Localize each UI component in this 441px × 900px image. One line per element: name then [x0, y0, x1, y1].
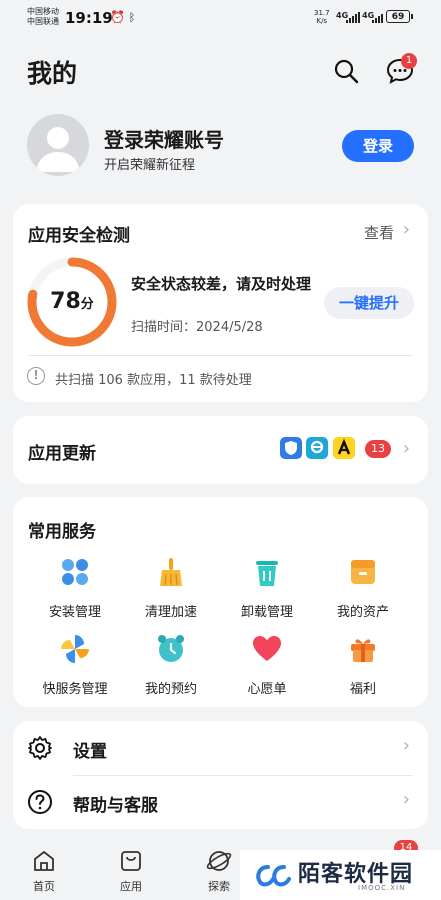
chevron-right-icon: › [402, 735, 410, 756]
security-title: 应用安全检测 [28, 226, 130, 246]
gift-icon [351, 639, 375, 662]
service-benefits[interactable]: 福利 [318, 632, 408, 697]
watermark-logo-icon [256, 865, 291, 887]
shopping-bag-icon [121, 851, 141, 871]
home-icon [34, 851, 54, 871]
service-label: 卸载管理 [240, 605, 293, 620]
alarm-clock-icon [158, 635, 184, 662]
trash-icon [256, 561, 278, 586]
watermark-subtext: IMOOC.XIN [358, 884, 406, 892]
tab-home[interactable]: 首页 [14, 848, 74, 894]
service-my-assets[interactable]: 我的资产 [318, 555, 408, 620]
services-title: 常用服务 [28, 522, 96, 542]
heart-icon [253, 636, 281, 661]
help-row[interactable]: 帮助与客服 › [13, 775, 428, 829]
service-label: 我的资产 [336, 605, 389, 620]
default-avatar-icon [36, 127, 80, 172]
service-label: 清理加速 [144, 605, 197, 620]
services-card: 常用服务 安装管理 清理加速 卸载管理 我的资产 快服务管理 我的预约 心愿单 … [13, 497, 428, 707]
signal-2-bars [372, 12, 383, 23]
page-title: 我的 [27, 59, 78, 88]
pinwheel-icon [61, 635, 89, 663]
chevron-right-icon[interactable]: › [403, 438, 410, 459]
info-icon: ! [27, 367, 45, 385]
login-button[interactable]: 登录 [342, 130, 414, 162]
settings-label: 设置 [73, 742, 107, 762]
security-status: 安全状态较差，请及时处理 [131, 275, 312, 293]
app-update-card[interactable]: 应用更新 13 › [13, 416, 428, 484]
clock: 19:19 [65, 9, 113, 27]
scan-summary: 共扫描 106 款应用，11 款待处理 [55, 373, 252, 388]
security-score: 78分 [26, 256, 118, 348]
status-icons: ⏰ ᛒ [110, 10, 135, 24]
settings-card: 设置 › 帮助与客服 › [13, 721, 428, 829]
score-unit: 分 [80, 297, 94, 312]
service-uninstall-manage[interactable]: 卸载管理 [222, 555, 312, 620]
account-subtitle: 开启荣耀新征程 [104, 158, 196, 173]
app-browser-icon [306, 437, 328, 459]
update-count-badge: 13 [365, 440, 391, 458]
planet-icon [206, 851, 232, 871]
carrier-2: 中国联通 [27, 17, 59, 26]
view-link[interactable]: 查看 [364, 222, 394, 243]
tab-label: 应用 [120, 880, 142, 893]
scan-time: 扫描时间：2024/5/28 [131, 320, 263, 335]
message-badge: 1 [401, 53, 417, 69]
service-wishlist[interactable]: 心愿单 [222, 632, 312, 697]
service-install-manage[interactable]: 安装管理 [30, 555, 120, 620]
chevron-right-icon[interactable]: › [403, 219, 410, 240]
tab-label: 探索 [208, 880, 230, 893]
network-speed: 31.7 K/s [314, 9, 330, 25]
score-value: 78 [50, 289, 81, 314]
service-my-reservations[interactable]: 我的预约 [126, 632, 216, 697]
app-letter-a-icon [333, 437, 355, 459]
service-quick-service-manage[interactable]: 快服务管理 [30, 632, 120, 697]
account-name[interactable]: 登录荣耀账号 [104, 124, 224, 153]
search-icon[interactable] [331, 56, 361, 86]
carrier-labels: 中国移动 中国联通 [27, 7, 59, 27]
app-update-title: 应用更新 [28, 444, 96, 464]
net-speed-unit: K/s [316, 17, 328, 25]
carrier-1: 中国移动 [27, 7, 59, 16]
settings-row[interactable]: 设置 › [13, 721, 428, 775]
avatar[interactable] [27, 114, 89, 176]
tab-label: 首页 [33, 880, 55, 893]
service-clean-speed[interactable]: 清理加速 [126, 555, 216, 620]
help-icon [28, 790, 52, 814]
net-speed-value: 31.7 [314, 9, 330, 17]
gear-icon [28, 736, 52, 760]
security-card: 应用安全检测 查看 › 78分 安全状态较差，请及时处理 扫描时间：2024/5… [13, 204, 428, 402]
service-label: 快服务管理 [42, 682, 108, 697]
status-bar: 中国移动 中国联通 19:19 ⏰ ᛒ 31.7 K/s 4G 4G 69 [0, 0, 441, 36]
divider [28, 355, 413, 356]
service-label: 福利 [349, 682, 376, 697]
box-icon [351, 560, 375, 584]
help-label: 帮助与客服 [73, 796, 158, 816]
watermark: 陌客软件园 IMOOC.XIN [240, 850, 441, 900]
signal-1-bars [346, 12, 360, 23]
battery-indicator: 69 [386, 10, 413, 23]
tab-apps[interactable]: 应用 [101, 848, 161, 894]
service-label: 安装管理 [48, 605, 101, 620]
profile-section[interactable]: 登录荣耀账号 开启荣耀新征程 登录 [27, 114, 427, 184]
one-click-improve-button[interactable]: 一键提升 [324, 287, 414, 319]
service-label: 心愿单 [247, 682, 287, 697]
bluetooth-icon: ᛒ [128, 11, 136, 24]
broom-icon [160, 558, 182, 586]
service-label: 我的预约 [144, 682, 197, 697]
clover-icon [62, 559, 88, 585]
app-shield-icon [280, 437, 302, 459]
chevron-right-icon: › [402, 789, 410, 810]
alarm-icon: ⏰ [110, 10, 125, 24]
